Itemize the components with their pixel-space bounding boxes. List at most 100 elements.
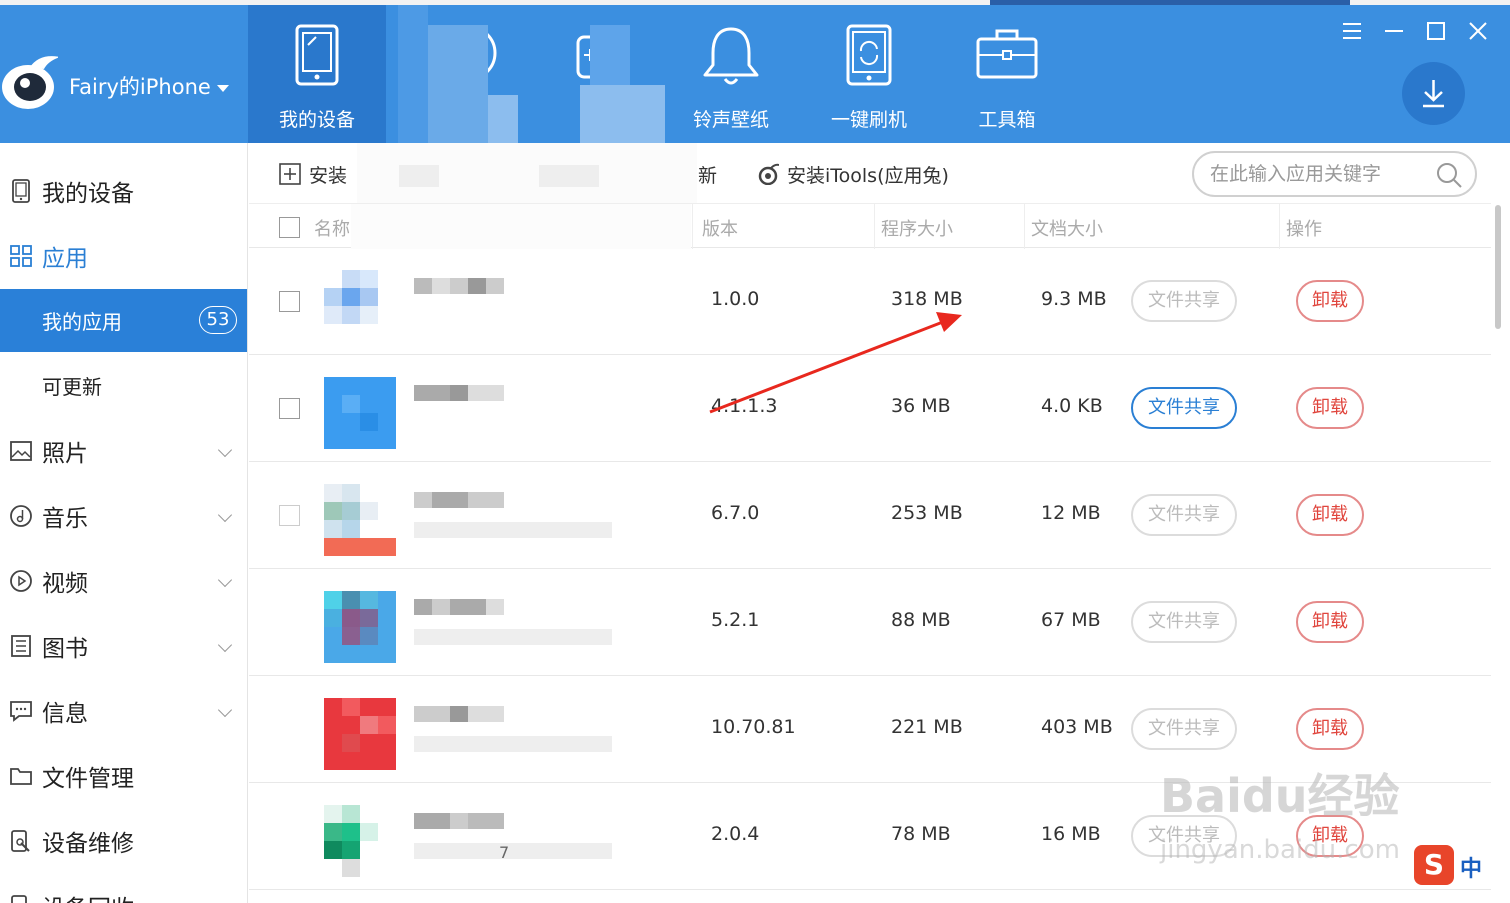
mosaic-blur: [540, 5, 665, 145]
sidebar-item-label: 照片: [42, 441, 88, 467]
header-bar: Fairy的iPhone 我的设备 游: [0, 0, 1510, 145]
app-name-blurred: [414, 492, 504, 508]
itools-logo-icon: [2, 56, 58, 109]
sidebar-item-repair[interactable]: 设备维修: [0, 809, 247, 873]
sidebar-item-music[interactable]: 音乐: [0, 484, 247, 548]
install-itools-button[interactable]: 安装iTools(应用兔): [757, 160, 949, 188]
file-share-button[interactable]: 文件共享: [1131, 280, 1237, 322]
app-name-blurred: [414, 599, 504, 615]
doc-size: 4.0 KB: [1041, 395, 1103, 417]
tab-ringtones[interactable]: 铃声壁纸: [662, 5, 800, 143]
app-name-blurred: [414, 813, 504, 829]
sidebar-item-books[interactable]: 图书: [0, 614, 247, 678]
sidebar: 我的设备 应用 我的应用 53 可更新 照片 音乐 视频 图书 信息 文件管理 …: [0, 143, 248, 903]
uninstall-button[interactable]: 卸载: [1296, 494, 1364, 536]
uninstall-button[interactable]: 卸载: [1296, 601, 1364, 643]
file-share-button[interactable]: 文件共享: [1131, 601, 1237, 643]
sidebar-item-apps[interactable]: 应用: [0, 224, 247, 288]
sidebar-item-label: 应用: [42, 246, 88, 272]
row-checkbox[interactable]: [279, 505, 300, 526]
table-row[interactable]: 1.0.0 318 MB 9.3 MB 文件共享 卸载: [249, 248, 1491, 355]
app-icon: [324, 698, 396, 770]
sidebar-item-photos[interactable]: 照片: [0, 419, 247, 483]
toolbar: 安装 刷新 安装iTools(应用兔): [249, 143, 1510, 203]
sidebar-item-files[interactable]: 文件管理: [0, 744, 247, 808]
book-icon: [11, 635, 31, 657]
doc-size: 12 MB: [1041, 502, 1101, 524]
tab-my-device[interactable]: 我的设备: [248, 5, 386, 143]
repair-icon: [11, 830, 30, 852]
column-header-name[interactable]: 名称: [314, 215, 350, 241]
app-icon: [324, 484, 396, 556]
app-version: 1.0.0: [711, 288, 760, 310]
sidebar-item-my-apps[interactable]: 我的应用 53: [0, 289, 247, 352]
scrollbar-thumb[interactable]: [1495, 205, 1501, 329]
row-checkbox[interactable]: [279, 291, 300, 312]
app-icon: [324, 805, 396, 877]
app-name-blurred: [414, 278, 504, 294]
app-version: 2.0.4: [711, 823, 760, 845]
app-size: 318 MB: [891, 288, 963, 310]
tab-toolbox-label: 工具箱: [978, 109, 1036, 131]
message-icon: [10, 701, 32, 722]
minimize-icon[interactable]: [1384, 21, 1404, 41]
column-header-doc-size[interactable]: 文档大小: [1031, 215, 1103, 241]
app-search-box[interactable]: [1192, 151, 1477, 197]
device-selector[interactable]: Fairy的iPhone: [0, 5, 248, 143]
app-size: 253 MB: [891, 502, 963, 524]
doc-size: 403 MB: [1041, 716, 1113, 738]
download-button[interactable]: [1402, 62, 1465, 125]
mosaic-blur: [398, 5, 518, 145]
table-row[interactable]: 4.1.1.3 36 MB 4.0 KB 文件共享 卸载: [249, 355, 1491, 462]
close-icon[interactable]: [1468, 21, 1488, 41]
phone-icon: [12, 179, 30, 203]
column-header-version[interactable]: 版本: [702, 215, 738, 241]
scrollbar[interactable]: [1493, 203, 1503, 903]
uninstall-button[interactable]: 卸载: [1296, 387, 1364, 429]
itools-small-icon: [758, 163, 779, 185]
maximize-icon[interactable]: [1426, 21, 1446, 41]
bell-icon: [703, 27, 759, 85]
sidebar-item-messages[interactable]: 信息: [0, 679, 247, 743]
search-input[interactable]: [1210, 161, 1420, 187]
toolbox-icon: [976, 29, 1038, 79]
chevron-down-icon: [217, 507, 233, 523]
row-checkbox[interactable]: [279, 398, 300, 419]
column-header-app-size[interactable]: 程序大小: [881, 215, 953, 241]
sidebar-item-recycle[interactable]: 设备回收: [0, 874, 247, 903]
video-icon: [10, 570, 32, 592]
menu-icon[interactable]: [1342, 21, 1362, 41]
itools-window: Fairy的iPhone 我的设备 游: [0, 0, 1510, 903]
folder-icon: [10, 768, 32, 785]
file-share-button[interactable]: 文件共享: [1131, 494, 1237, 536]
sidebar-item-video[interactable]: 视频: [0, 549, 247, 613]
search-icon[interactable]: [1435, 161, 1463, 189]
tab-toolbox[interactable]: 工具箱: [938, 5, 1076, 143]
select-all-checkbox[interactable]: [279, 217, 300, 238]
uninstall-button[interactable]: 卸载: [1296, 708, 1364, 750]
table-row[interactable]: 5.2.1 88 MB 67 MB 文件共享 卸载: [249, 569, 1491, 676]
music-icon: [10, 505, 32, 527]
sidebar-item-label: 文件管理: [42, 766, 134, 792]
app-version: 6.7.0: [711, 502, 760, 524]
install-button-label: 安装: [309, 164, 348, 187]
table-row[interactable]: 6.7.0 253 MB 12 MB 文件共享 卸载: [249, 462, 1491, 569]
app-version: 10.70.81: [711, 716, 796, 738]
install-button[interactable]: 安装: [279, 160, 347, 188]
ime-indicator[interactable]: S 中: [1414, 845, 1510, 885]
uninstall-button[interactable]: 卸载: [1296, 280, 1364, 322]
app-name-blurred: [414, 706, 504, 722]
file-share-button[interactable]: 文件共享: [1131, 387, 1237, 429]
ime-mode-label: 中: [1460, 857, 1483, 882]
doc-size: 9.3 MB: [1041, 288, 1107, 310]
sidebar-item-updatable[interactable]: 可更新: [0, 354, 247, 417]
chevron-down-icon: [217, 702, 233, 718]
sidebar-item-my-device[interactable]: 我的设备: [0, 159, 247, 223]
sidebar-item-label: 信息: [42, 701, 88, 727]
sidebar-item-label: 视频: [42, 571, 88, 597]
download-icon: [1423, 80, 1444, 108]
file-share-button[interactable]: 文件共享: [1131, 708, 1237, 750]
baidu-watermark: Baidu经验: [1160, 769, 1400, 823]
tab-flash[interactable]: 一键刷机: [800, 5, 938, 143]
phone-refresh-icon: [846, 24, 892, 86]
